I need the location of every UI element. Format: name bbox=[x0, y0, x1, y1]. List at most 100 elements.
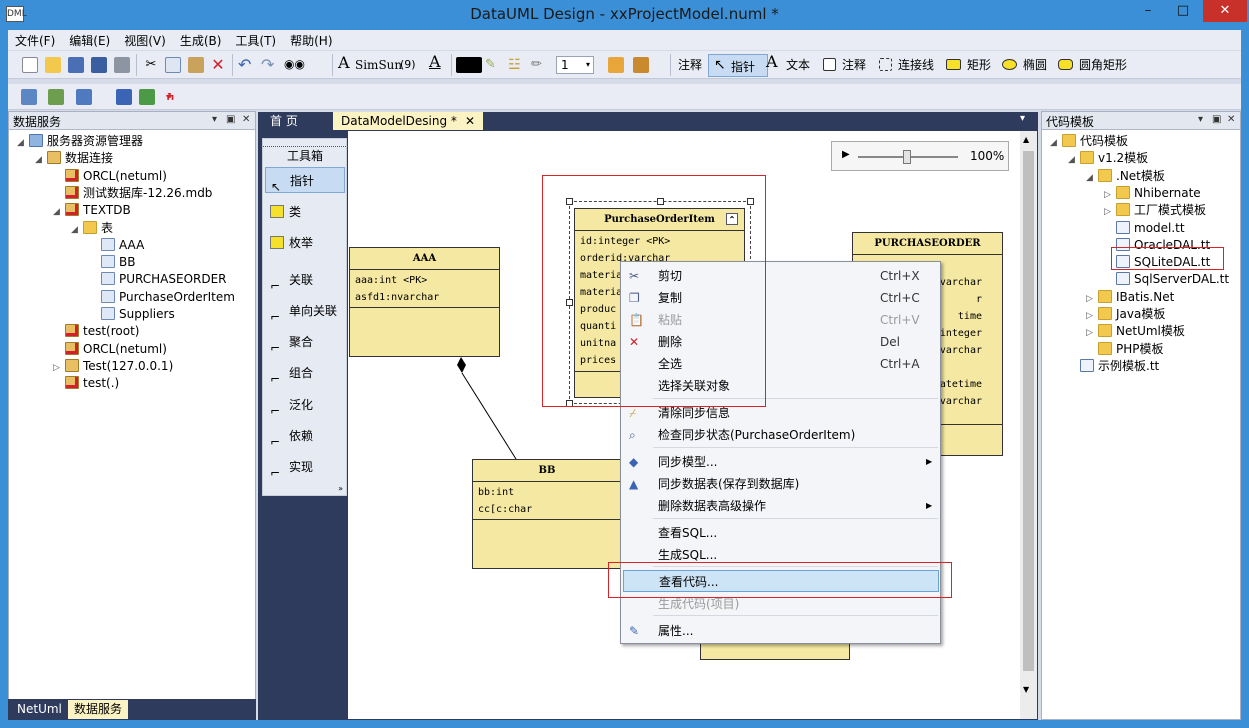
tool-note-label[interactable]: 注释 bbox=[842, 56, 866, 74]
redo-icon[interactable]: ↷ bbox=[261, 55, 277, 74]
roundrect-tool-icon[interactable] bbox=[1058, 59, 1073, 70]
menu-item[interactable]: 删除数据表高级操作 ▶ bbox=[623, 495, 939, 517]
menu-build[interactable]: 生成(B) bbox=[173, 30, 229, 49]
save-icon[interactable] bbox=[68, 57, 84, 73]
new-file-icon[interactable] bbox=[22, 57, 38, 73]
paste-icon[interactable] bbox=[188, 57, 204, 73]
pin-icon[interactable]: ▣ bbox=[226, 114, 235, 125]
line-color-icon[interactable] bbox=[456, 57, 482, 73]
color-palette-icon[interactable]: ✎ bbox=[485, 57, 501, 73]
toolbox-item[interactable]: ⌐ 聚合 bbox=[265, 329, 345, 355]
toolbox-item[interactable]: 类 bbox=[265, 199, 345, 225]
tool-text-label[interactable]: 文本 bbox=[786, 56, 810, 74]
tool-comment-label[interactable]: 注释 bbox=[678, 56, 702, 74]
tree-item[interactable]: 测试数据库-12.26.mdb bbox=[53, 185, 212, 202]
menu-tools[interactable]: 工具(T) bbox=[228, 30, 283, 49]
undo-icon[interactable]: ↶ bbox=[238, 55, 254, 74]
tab-home[interactable]: 首 页 bbox=[262, 112, 306, 130]
tool-ellipse-label[interactable]: 椭圆 bbox=[1023, 56, 1047, 74]
tab-netuml[interactable]: NetUml bbox=[11, 700, 68, 719]
font-size[interactable]: (9) bbox=[400, 56, 416, 74]
fill-bucket-icon[interactable]: ☳ bbox=[508, 57, 524, 73]
menu-edit[interactable]: 编辑(E) bbox=[62, 30, 117, 49]
tree-item[interactable]: Suppliers bbox=[89, 306, 175, 323]
connector-tool-icon[interactable] bbox=[879, 58, 892, 71]
tree-item[interactable]: ◢ 代码模板 bbox=[1050, 133, 1128, 150]
close-icon[interactable]: ✕ bbox=[1227, 114, 1235, 125]
tree-item[interactable]: BB bbox=[89, 254, 135, 271]
tree-item[interactable]: ORCL(netuml) bbox=[53, 341, 167, 358]
tree-item[interactable]: ◢ 服务器资源管理器 bbox=[17, 133, 143, 150]
tree-item[interactable]: ◢ TEXTDB bbox=[53, 202, 131, 219]
tree-item[interactable]: SqlServerDAL.tt bbox=[1104, 271, 1229, 288]
find-icon[interactable]: ◉◉ bbox=[284, 57, 305, 73]
toolbox-item[interactable]: ⌐ 关联 bbox=[265, 267, 345, 293]
note-tool-icon[interactable] bbox=[823, 58, 836, 71]
tree-item[interactable]: ◢ 表 bbox=[71, 220, 113, 237]
dropdown-icon[interactable]: ▾ bbox=[1198, 114, 1203, 125]
tree-item[interactable]: ◢ v1.2模板 bbox=[1068, 150, 1148, 167]
ellipse-tool-icon[interactable] bbox=[1002, 59, 1017, 70]
menu-item[interactable]: ◆ 同步模型... ▶ bbox=[623, 451, 939, 473]
tree-item[interactable]: ▷ NetUml模板 bbox=[1086, 323, 1185, 340]
tree-item[interactable]: PurchaseOrderItem bbox=[89, 289, 235, 306]
font-name[interactable]: SimSun bbox=[355, 56, 402, 74]
toolbox-item[interactable]: ⌐ 泛化 bbox=[265, 392, 345, 418]
toolbox-item[interactable]: ⌐ 实现 bbox=[265, 454, 345, 480]
toolbox-item[interactable]: ⌐ 组合 bbox=[265, 360, 345, 386]
tree-item[interactable]: ▷ IBatis.Net bbox=[1086, 289, 1174, 306]
tool-roundrect-label[interactable]: 圆角矩形 bbox=[1079, 56, 1127, 74]
expand-arrow-icon[interactable]: ◢ bbox=[1086, 170, 1096, 187]
menu-file[interactable]: 文件(F) bbox=[8, 30, 62, 49]
diagram-vscrollbar[interactable]: ▲ ▼ bbox=[1020, 131, 1037, 719]
dropdown-icon[interactable]: ▾ bbox=[212, 114, 217, 125]
tree-item[interactable]: ◢ .Net模板 bbox=[1086, 168, 1165, 185]
pdf-export-icon[interactable]: ׯ bbox=[162, 89, 178, 107]
scroll-thumb[interactable] bbox=[1023, 151, 1034, 671]
maximize-button[interactable]: □ bbox=[1168, 0, 1198, 22]
menu-item[interactable]: 查看SQL... bbox=[623, 522, 939, 544]
tree-item[interactable]: ORCL(netuml) bbox=[53, 168, 167, 185]
tree-item[interactable]: ▷ Nhibernate bbox=[1104, 185, 1201, 202]
open-folder-icon[interactable] bbox=[45, 57, 61, 73]
tree-item[interactable]: AAA bbox=[89, 237, 144, 254]
tree-item[interactable]: test(.) bbox=[53, 375, 119, 392]
layout-icon[interactable] bbox=[48, 89, 64, 105]
tree-item[interactable]: model.tt bbox=[1104, 220, 1185, 237]
minimize-button[interactable]: – bbox=[1133, 0, 1163, 22]
line-width-select[interactable]: 1 ▾ bbox=[556, 56, 594, 74]
tree-item[interactable]: ▷ Test(127.0.0.1) bbox=[53, 358, 173, 375]
menu-view[interactable]: 视图(V) bbox=[117, 30, 173, 49]
menu-item[interactable]: ✎ 属性... bbox=[623, 620, 939, 642]
pen-icon[interactable]: ✏ bbox=[531, 57, 547, 73]
font-color-icon[interactable]: A bbox=[429, 53, 441, 71]
expand-arrow-icon[interactable]: ◢ bbox=[53, 204, 63, 221]
menu-item[interactable]: ⌕ 检查同步状态(PurchaseOrderItem) bbox=[623, 424, 939, 446]
expand-arrow-icon[interactable]: ◢ bbox=[1050, 135, 1060, 152]
send-back-icon[interactable] bbox=[633, 57, 649, 73]
menu-help[interactable]: 帮助(H) bbox=[283, 30, 339, 49]
toolbox-item[interactable]: 枚举 bbox=[265, 230, 345, 256]
print-icon[interactable] bbox=[114, 57, 130, 73]
tree-item[interactable]: PURCHASEORDER bbox=[89, 271, 227, 288]
cut-icon[interactable]: ✂ bbox=[143, 57, 159, 73]
close-icon[interactable]: ✕ bbox=[242, 114, 250, 125]
title-bar[interactable]: DML DataUML Design - xxProjectModel.numl… bbox=[0, 0, 1249, 30]
tool-rect-label[interactable]: 矩形 bbox=[967, 56, 991, 74]
tab-close-icon[interactable]: ✕ bbox=[465, 112, 475, 130]
tree-item[interactable]: 示例模板.tt bbox=[1068, 358, 1159, 375]
expand-arrow-icon[interactable]: ◢ bbox=[35, 152, 45, 169]
toolbox-item[interactable]: ⌐ 单向关联 bbox=[265, 298, 345, 324]
image-export-icon[interactable] bbox=[116, 89, 132, 105]
composition-line[interactable] bbox=[461, 372, 517, 460]
tree-item[interactable]: ◢ 数据连接 bbox=[35, 150, 113, 167]
toolbox-expand-icon[interactable]: » bbox=[338, 484, 343, 493]
tool-connector-label[interactable]: 连接线 bbox=[898, 56, 934, 74]
rect-tool-icon[interactable] bbox=[946, 59, 961, 70]
scroll-down-icon[interactable]: ▼ bbox=[1023, 685, 1029, 694]
tab-data-service[interactable]: 数据服务 bbox=[68, 700, 129, 719]
tree-item[interactable]: ▷ 工厂模式模板 bbox=[1104, 202, 1206, 219]
bring-front-icon[interactable] bbox=[608, 57, 624, 73]
scroll-up-icon[interactable]: ▲ bbox=[1023, 135, 1029, 144]
tree-item[interactable]: test(root) bbox=[53, 323, 139, 340]
